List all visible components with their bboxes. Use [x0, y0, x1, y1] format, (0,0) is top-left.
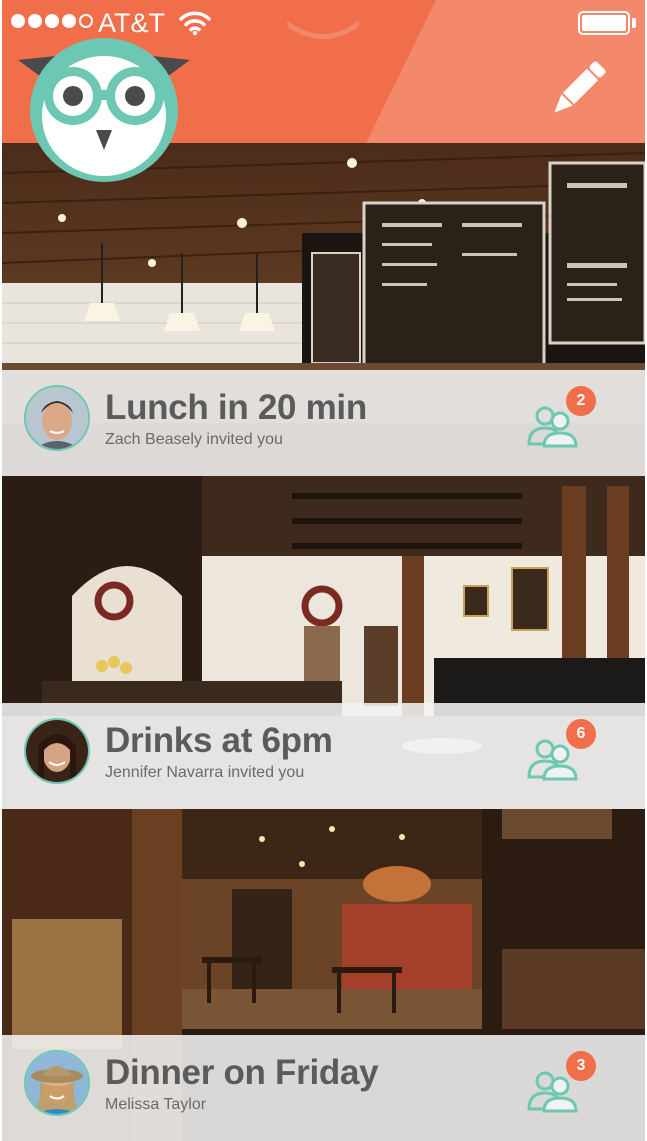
event-info-bar[interactable]: Lunch in 20 min Zach Beasely invited you… — [2, 370, 645, 476]
avatar — [24, 1050, 90, 1116]
avatar — [24, 385, 90, 451]
owl-logo-icon[interactable] — [16, 30, 192, 184]
battery-icon — [578, 11, 630, 35]
event-card[interactable]: Lunch in 20 min Zach Beasely invited you… — [2, 143, 645, 478]
app-screen: AT&T Lunch in 20 min Zach Beasely invite… — [2, 0, 645, 1141]
event-info-bar[interactable]: Dinner on Friday Melissa Taylor 3 — [2, 1035, 645, 1141]
signal-dots-icon — [11, 14, 93, 28]
chevron-down-icon[interactable] — [285, 16, 361, 44]
event-card[interactable]: Dinner on Friday Melissa Taylor 3 — [2, 809, 645, 1141]
event-title: Dinner on Friday — [105, 1053, 379, 1092]
event-subtitle: Melissa Taylor — [105, 1096, 207, 1113]
event-card[interactable]: Drinks at 6pm Jennifer Navarra invited y… — [2, 476, 645, 811]
event-info-bar[interactable]: Drinks at 6pm Jennifer Navarra invited y… — [2, 703, 645, 809]
event-title: Lunch in 20 min — [105, 388, 367, 427]
notification-count-badge: 6 — [566, 719, 596, 749]
event-title: Drinks at 6pm — [105, 721, 333, 760]
pencil-icon[interactable] — [545, 58, 609, 122]
avatar — [24, 718, 90, 784]
event-subtitle: Jennifer Navarra invited you — [105, 764, 305, 781]
event-subtitle: Zach Beasely invited you — [105, 431, 283, 448]
notification-count-badge: 3 — [566, 1051, 596, 1081]
notification-count-badge: 2 — [566, 386, 596, 416]
